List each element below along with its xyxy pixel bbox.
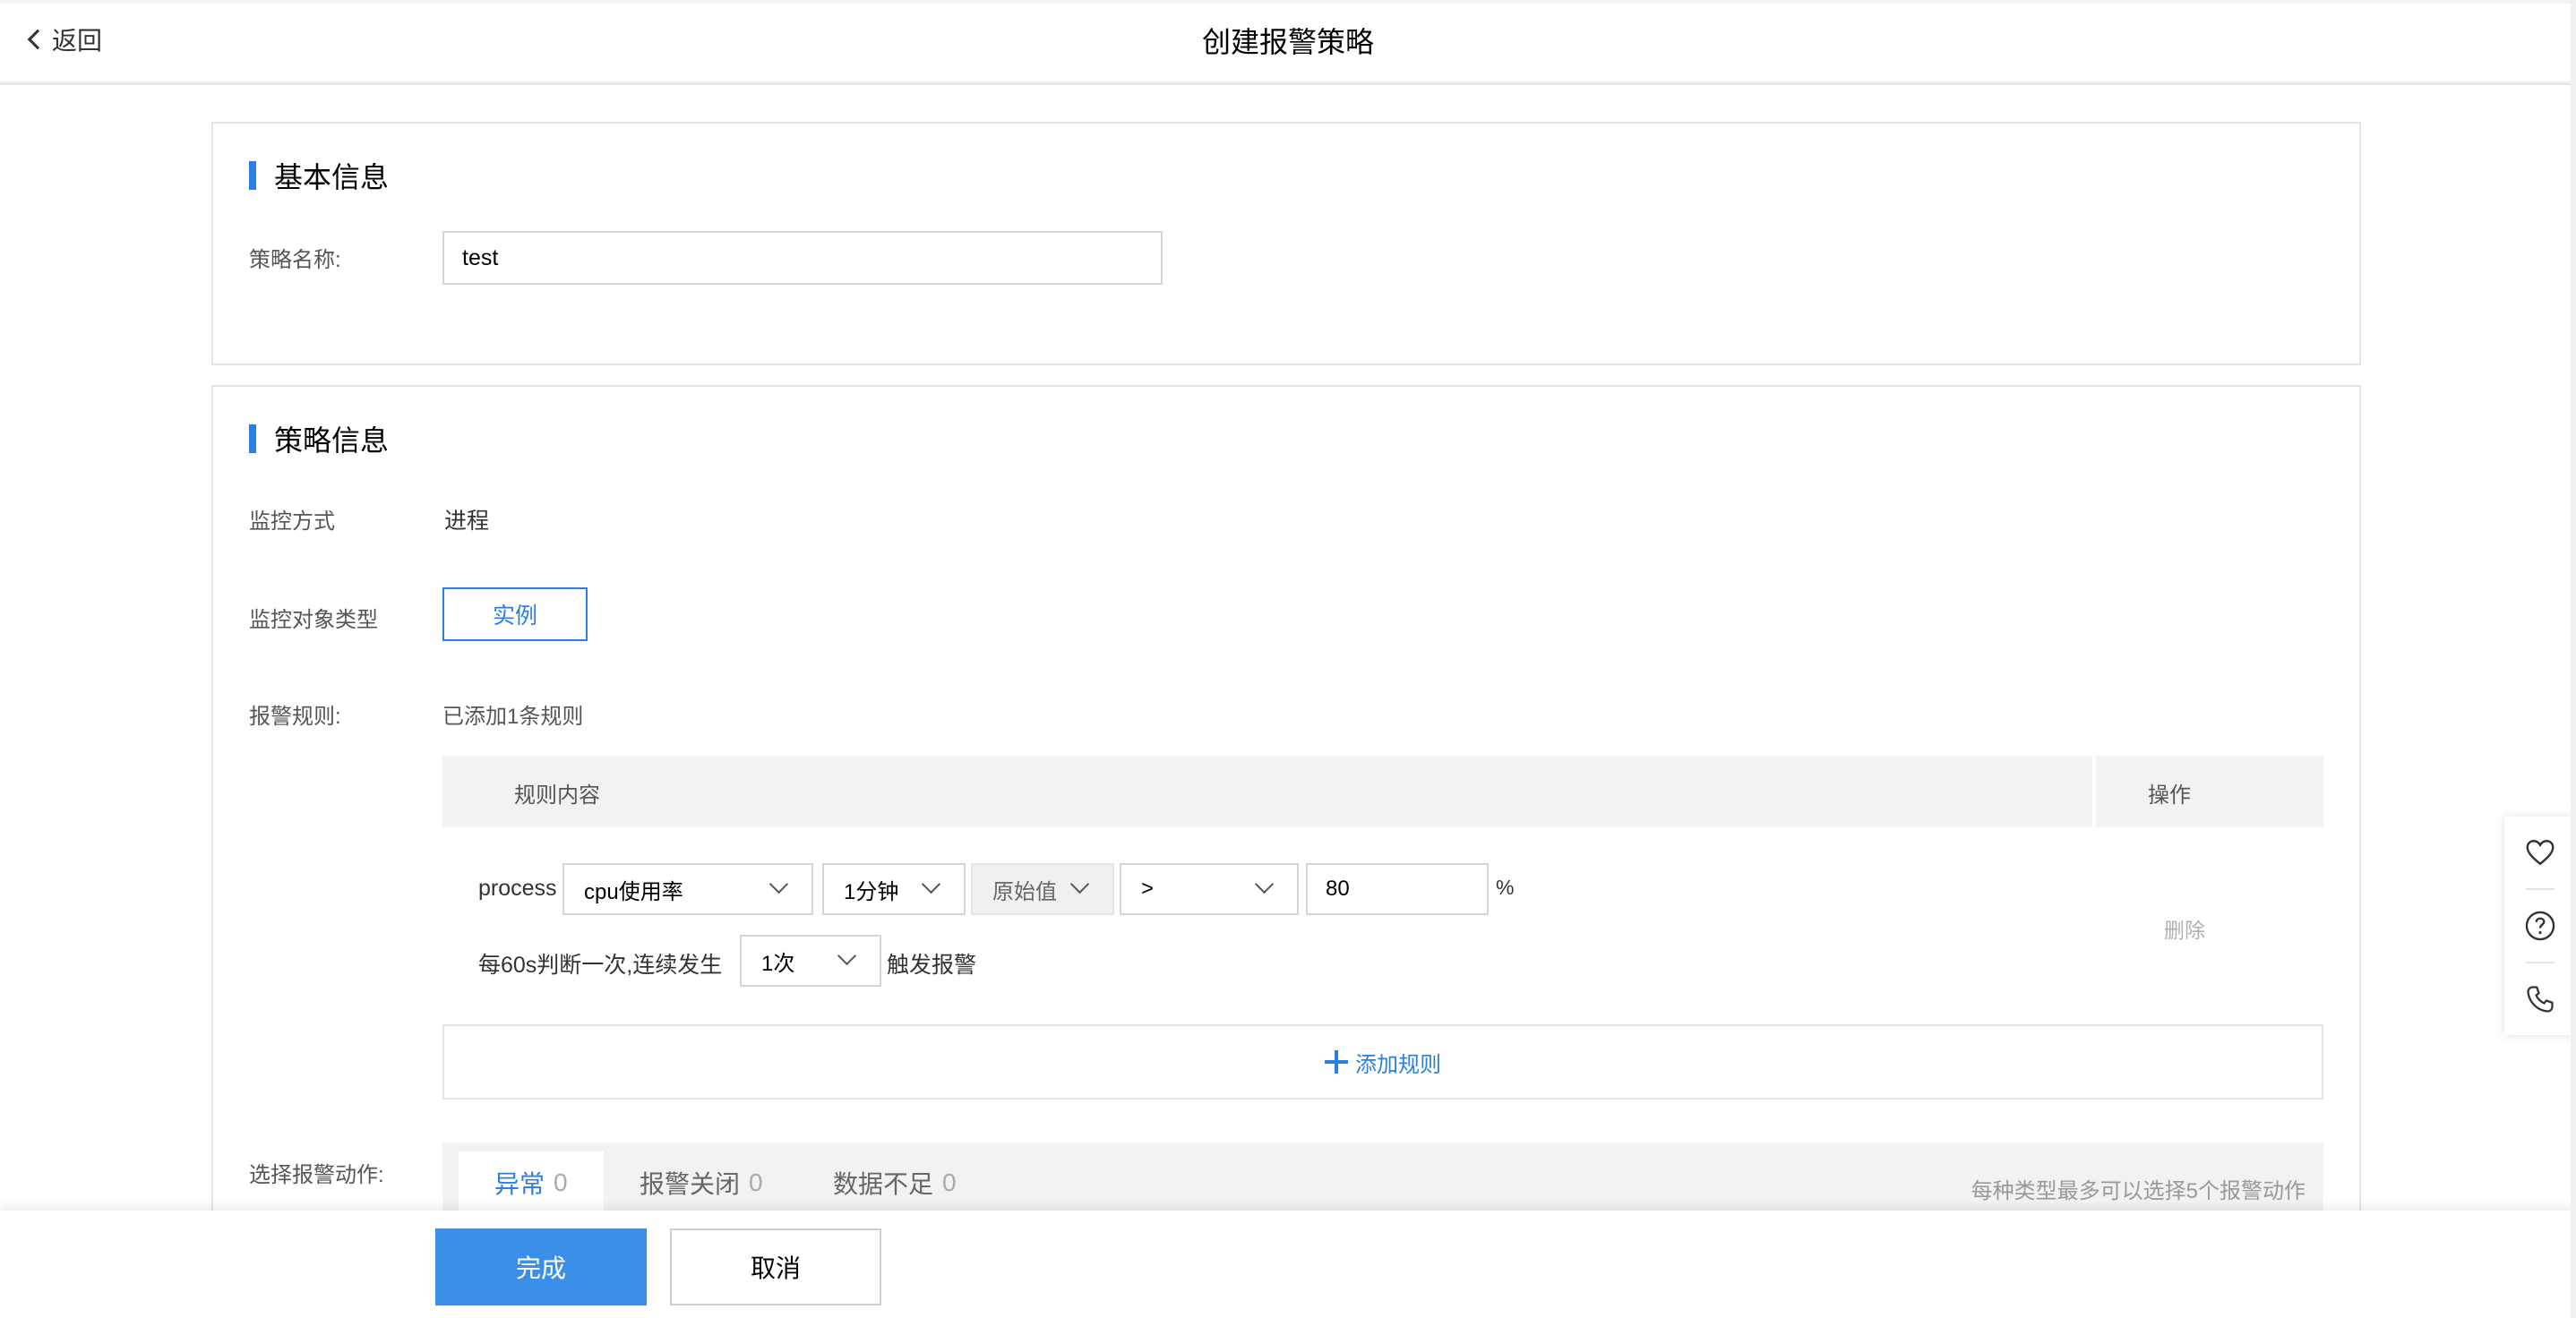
tab-alarm-closed[interactable]: 报警关闭 0 [604,1151,799,1214]
page-title: 创建报警策略 [1201,26,1374,58]
operator-select[interactable]: > [1120,863,1299,915]
threshold-input[interactable]: 80 [1306,863,1489,915]
phone-icon [2527,986,2554,1013]
rule-table-header: 规则内容 操作 [442,756,2323,827]
judge-text: 每60s判断一次,连续发生 [478,953,723,978]
threshold-value: 80 [1326,877,1350,901]
tab-alarm-closed-label: 报警关闭 [640,1170,741,1198]
tab-abnormal-count: 0 [554,1168,568,1196]
stat-select[interactable]: 原始值 [971,863,1114,915]
heart-icon [2526,840,2555,866]
help-button[interactable] [2504,890,2576,962]
chevron-down-icon [1073,877,1087,892]
metric-select[interactable]: cpu使用率 [562,863,813,915]
tab-insufficient-data-label: 数据不足 [833,1170,934,1198]
rule-prefix: process [478,876,557,901]
threshold-unit: % [1496,876,1515,899]
floating-toolbar [2504,817,2576,1035]
favorite-button[interactable] [2504,817,2576,888]
basic-info-title-text: 基本信息 [274,161,390,193]
strategy-name-label: 策略名称: [249,248,341,272]
alarm-rules-summary: 已添加1条规则 [442,705,584,729]
period-select-value: 1分钟 [844,879,899,904]
header-top-border [0,0,2576,4]
cancel-button[interactable]: 取消 [670,1228,881,1305]
alarm-actions-note: 每种类型最多可以选择5个报警动作 [1971,1179,2306,1203]
add-rule-label: 添加规则 [1355,1052,1441,1077]
times-select[interactable]: 1次 [740,935,881,987]
tab-insufficient-data[interactable]: 数据不足 0 [797,1151,992,1214]
alarm-actions-label: 选择报警动作: [249,1163,384,1187]
section-accent-bar [249,161,256,190]
strategy-name-value: test [462,244,499,270]
operator-select-value: > [1141,877,1155,901]
tab-alarm-closed-count: 0 [749,1168,763,1196]
chevron-down-icon [1258,877,1272,892]
strategy-info-section-title: 策略信息 [249,421,389,457]
footer-bar: 完成 取消 [0,1211,2576,1318]
instance-type-button[interactable]: 实例 [442,587,588,641]
metric-select-value: cpu使用率 [584,879,683,904]
plus-icon [1325,1050,1348,1074]
chevron-down-icon [772,877,786,892]
strategy-info-title-text: 策略信息 [274,424,390,457]
times-select-value: 1次 [761,951,795,976]
rule-content-header: 规则内容 [514,783,600,808]
monitor-object-label: 监控对象类型 [249,608,378,632]
header-divider [2092,756,2096,827]
chevron-down-icon [924,877,939,892]
monitor-method-value: 进程 [444,509,490,534]
submit-button[interactable]: 完成 [435,1228,647,1305]
rule-action-header: 操作 [2148,783,2191,808]
help-icon [2525,911,2555,941]
tab-abnormal-label: 异常 [494,1170,545,1198]
delete-rule-link[interactable]: 删除 [2164,913,2205,944]
tab-abnormal[interactable]: 异常 0 [459,1151,604,1214]
alarm-action-tabs: 异常 0 报警关闭 0 数据不足 0 每种类型最多可以选择5个报警动作 [442,1143,2323,1214]
top-header: 返回 创建报警策略 [0,0,2576,85]
section-accent-bar [249,424,256,453]
tab-insufficient-data-count: 0 [942,1168,957,1196]
chevron-down-icon [840,949,854,963]
basic-info-panel: 基本信息 策略名称: test [211,122,2361,365]
add-rule-button[interactable]: 添加规则 [442,1024,2323,1100]
strategy-name-input[interactable]: test [442,231,1163,285]
monitor-method-label: 监控方式 [249,509,335,534]
period-select[interactable]: 1分钟 [822,863,966,915]
alarm-rules-label: 报警规则: [249,705,341,729]
phone-button[interactable] [2504,963,2576,1035]
stat-select-value: 原始值 [992,879,1057,904]
basic-info-section-title: 基本信息 [249,158,389,193]
trigger-text: 触发报警 [887,953,977,978]
scrollbar-track[interactable] [2571,0,2576,1318]
